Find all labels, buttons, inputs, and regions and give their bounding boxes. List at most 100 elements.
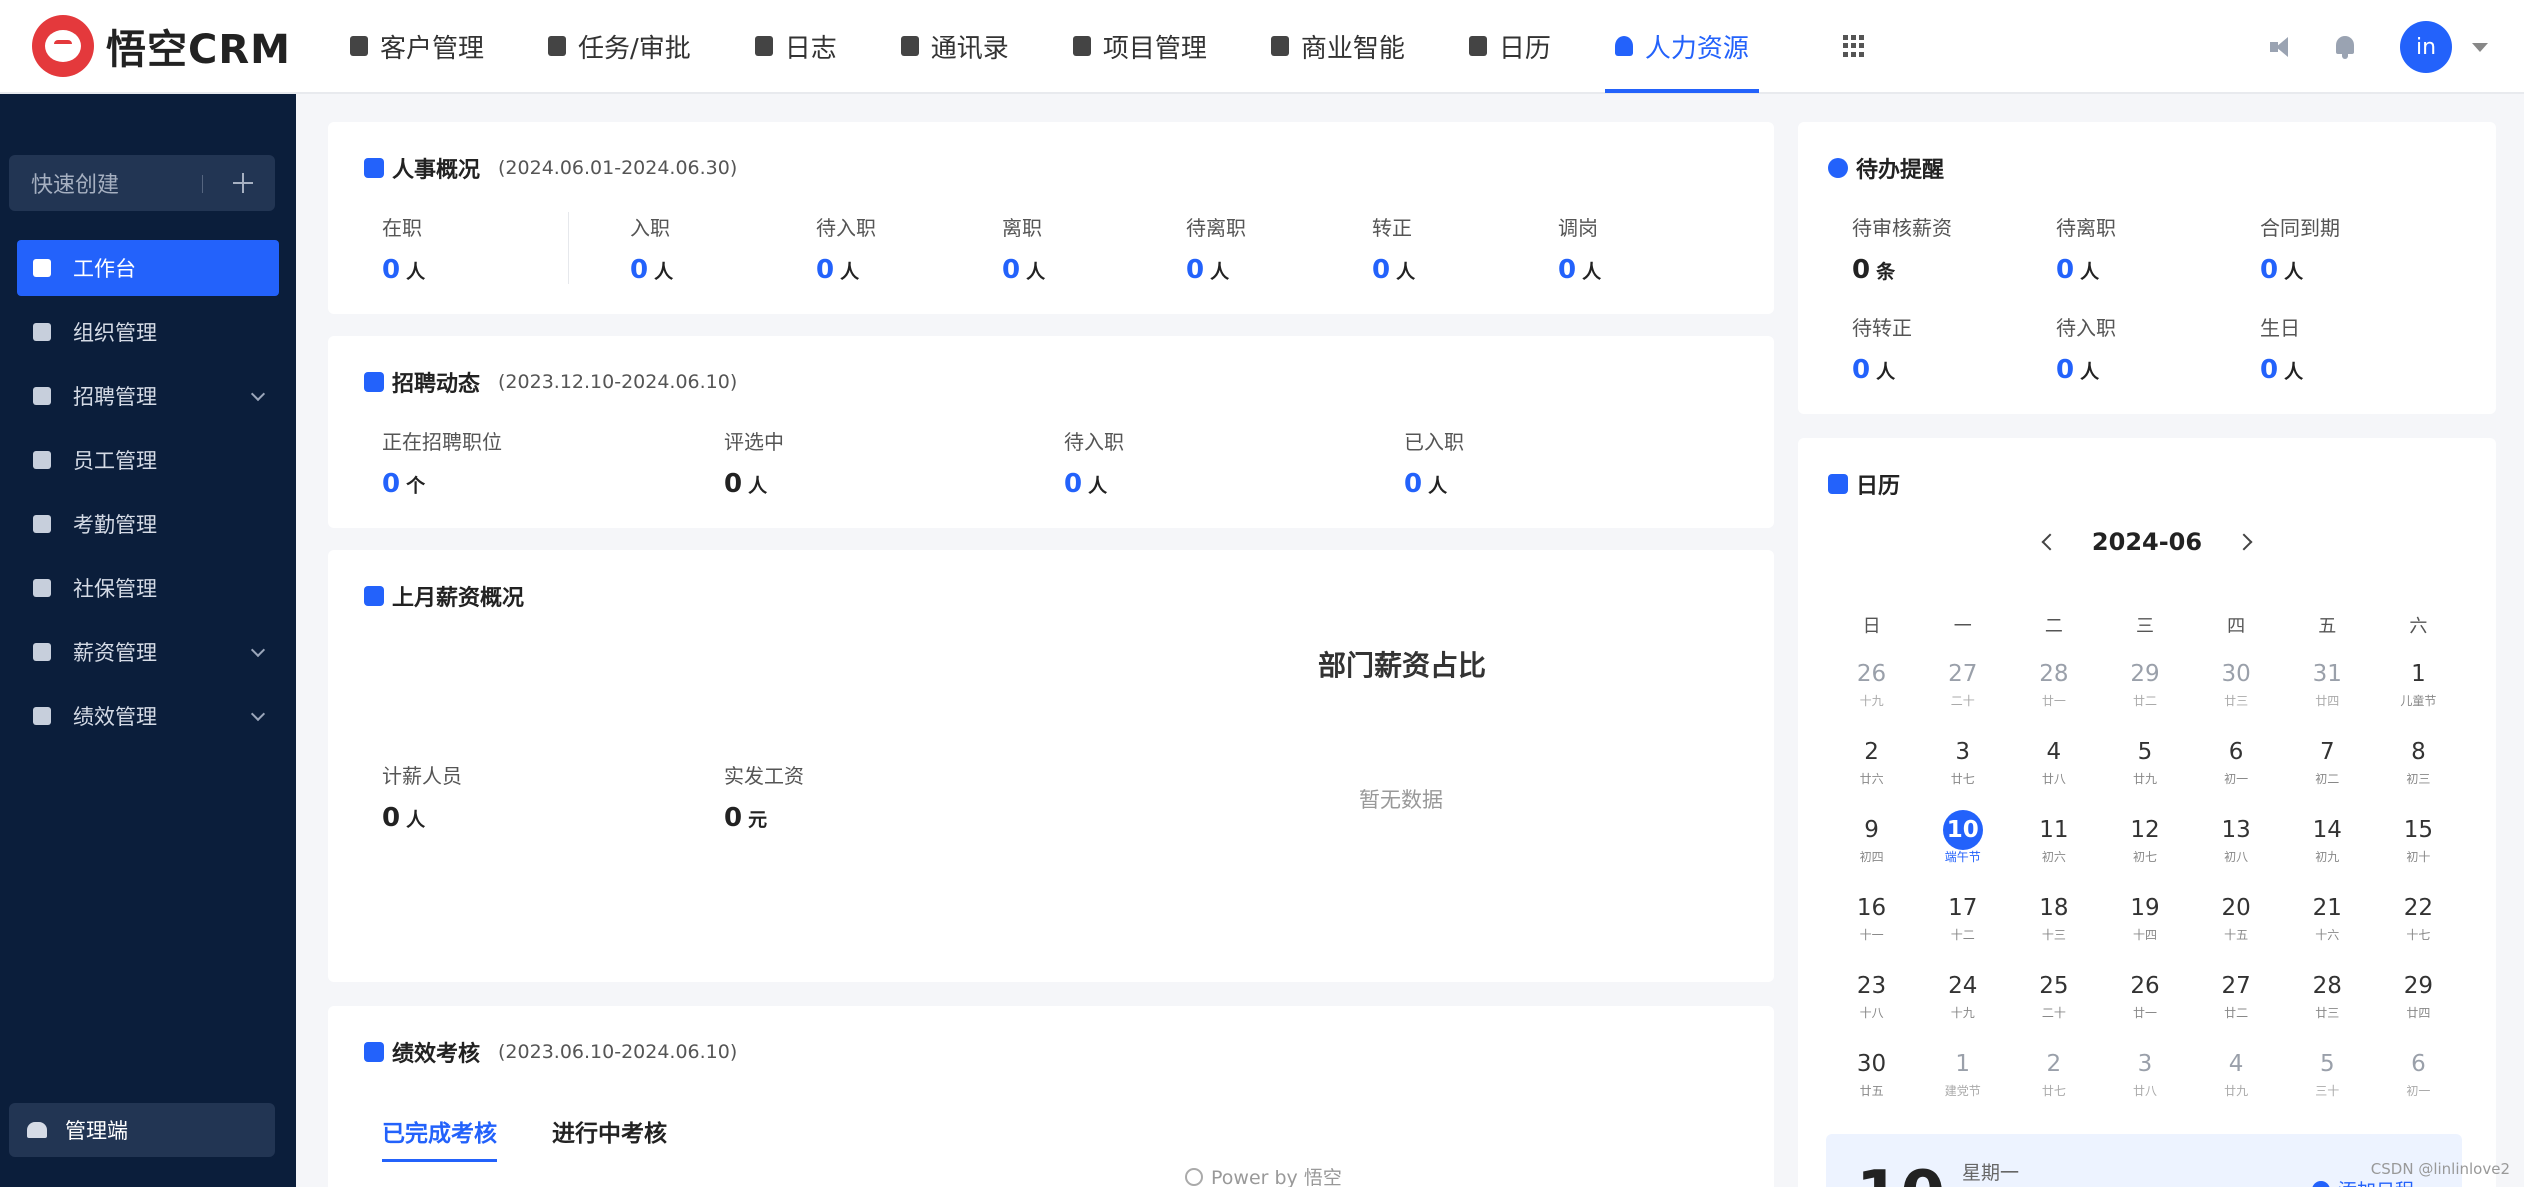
calendar-day[interactable]: 26 十九 (1826, 648, 1917, 726)
nav-project[interactable]: 项目管理 (1041, 0, 1239, 93)
sidebar-item-performance[interactable]: 绩效管理 (17, 688, 279, 744)
calendar-day[interactable]: 4 廿八 (2008, 726, 2099, 804)
sidebar-item-workbench[interactable]: 工作台 (17, 240, 279, 296)
nav-calendar[interactable]: 日历 (1437, 0, 1583, 93)
calendar-day[interactable]: 3 廿七 (1917, 726, 2008, 804)
nav-bi[interactable]: 商业智能 (1239, 0, 1437, 93)
lunar-date: 十四 (2132, 928, 2157, 942)
stat-pending-onboard[interactable]: 待入职 0 人 (816, 212, 876, 285)
nav-task[interactable]: 任务/审批 (516, 0, 723, 93)
quick-create-button[interactable]: 快速创建 (9, 155, 275, 211)
calendar-day[interactable]: 9 初四 (1826, 804, 1917, 882)
user-icon (33, 451, 51, 469)
todo-pending-onboard[interactable]: 待入职 0 人 (2056, 312, 2116, 385)
calendar-day[interactable]: 30 廿三 (2191, 648, 2282, 726)
stat-pending-onboard[interactable]: 待入职 0 人 (1064, 426, 1124, 499)
calendar-day[interactable]: 5 三十 (2282, 1038, 2373, 1116)
wukong-icon (1185, 1167, 1203, 1186)
todo-pending-regular[interactable]: 待转正 0 人 (1852, 312, 1912, 385)
calendar-day[interactable]: 27 廿二 (2191, 960, 2282, 1038)
calendar-day[interactable]: 11 初六 (2008, 804, 2099, 882)
todo-salary-review[interactable]: 待审核薪资 0 条 (1852, 212, 1952, 285)
calendar-day[interactable]: 15 初十 (2373, 804, 2464, 882)
sidebar-item-label: 社保管理 (73, 577, 157, 601)
day-number: 5 (2319, 1051, 2335, 1077)
calendar-day[interactable]: 22 十七 (2373, 882, 2464, 960)
logo[interactable]: 悟空CRM (32, 15, 318, 77)
calendar-day[interactable]: 6 初一 (2373, 1038, 2464, 1116)
calendar-day[interactable]: 19 十四 (2099, 882, 2190, 960)
lunar-date: 廿一 (2132, 1006, 2157, 1020)
calendar-day[interactable]: 6 初一 (2191, 726, 2282, 804)
nav-contacts[interactable]: 通讯录 (869, 0, 1041, 93)
calendar-day[interactable]: 14 初九 (2282, 804, 2373, 882)
date-range: (2024.06.01-2024.06.30) (498, 157, 738, 179)
sidebar-item-org[interactable]: 组织管理 (17, 304, 279, 360)
chevron-left-icon[interactable] (2041, 533, 2059, 551)
stat-net-salary[interactable]: 实发工资 0 元 (724, 760, 804, 833)
stat-onboard[interactable]: 入职 0 人 (630, 212, 673, 285)
tab-in-progress[interactable]: 进行中考核 (552, 1114, 667, 1148)
calendar-day[interactable]: 17 十二 (1917, 882, 2008, 960)
calendar-day[interactable]: 23 十八 (1826, 960, 1917, 1038)
sidebar-item-social[interactable]: 社保管理 (17, 560, 279, 616)
calendar-day[interactable]: 16 十一 (1826, 882, 1917, 960)
nav-log[interactable]: 日志 (723, 0, 869, 93)
calendar-day[interactable]: 28 廿三 (2282, 960, 2373, 1038)
calendar-day-today[interactable]: 10 端午节 (1917, 804, 2008, 882)
sidebar-item-recruit[interactable]: 招聘管理 (17, 368, 279, 424)
calendar-day[interactable]: 29 廿二 (2099, 648, 2190, 726)
nav-customer[interactable]: 客户管理 (318, 0, 516, 93)
calendar-day[interactable]: 18 十三 (2008, 882, 2099, 960)
chevron-right-icon[interactable] (2235, 533, 2253, 551)
calendar-day[interactable]: 31 廿四 (2282, 648, 2373, 726)
calendar-day[interactable]: 29 廿四 (2373, 960, 2464, 1038)
top-navbar: 悟空CRM 客户管理 任务/审批 日志 通讯录 项目管理 商业智能 日历 人力资… (0, 0, 2524, 94)
nav-hr[interactable]: 人力资源 (1583, 0, 1781, 93)
calendar-day[interactable]: 1 建党节 (1917, 1038, 2008, 1116)
tab-completed[interactable]: 已完成考核 (382, 1114, 497, 1162)
calendar-day[interactable]: 13 初八 (2191, 804, 2282, 882)
stat-transfer[interactable]: 调岗 0 人 (1558, 212, 1601, 285)
calendar-day[interactable]: 28 廿一 (2008, 648, 2099, 726)
calendar-day[interactable]: 7 初二 (2282, 726, 2373, 804)
calendar-day[interactable]: 12 初七 (2099, 804, 2190, 882)
bell-icon[interactable] (2334, 34, 2356, 60)
plus-icon[interactable] (233, 173, 253, 193)
calendar-day[interactable]: 3 廿八 (2099, 1038, 2190, 1116)
stat-paid-staff[interactable]: 计薪人员 0 人 (382, 760, 462, 833)
calendar-day[interactable]: 1 儿童节 (2373, 648, 2464, 726)
calendar-day[interactable]: 8 初三 (2373, 726, 2464, 804)
calendar-day[interactable]: 2 廿七 (2008, 1038, 2099, 1116)
stat-onboarded[interactable]: 已入职 0 人 (1404, 426, 1464, 499)
calendar-day[interactable]: 20 十五 (2191, 882, 2282, 960)
sidebar-item-employee[interactable]: 员工管理 (17, 432, 279, 488)
chevron-down-icon[interactable] (2472, 42, 2488, 52)
stat-pending-resign[interactable]: 待离职 0 人 (1186, 212, 1246, 285)
stat-reviewing[interactable]: 评选中 0 人 (724, 426, 784, 499)
stat-regular[interactable]: 转正 0 人 (1372, 212, 1415, 285)
stat-resigned[interactable]: 离职 0 人 (1002, 212, 1045, 285)
sidebar-item-attendance[interactable]: 考勤管理 (17, 496, 279, 552)
calendar-day[interactable]: 25 二十 (2008, 960, 2099, 1038)
calendar-day[interactable]: 30 廿五 (1826, 1038, 1917, 1116)
calendar-day[interactable]: 26 廿一 (2099, 960, 2190, 1038)
todo-contract-expire[interactable]: 合同到期 0 人 (2260, 212, 2340, 285)
lunar-date: 初四 (1859, 850, 1884, 864)
sidebar-item-salary[interactable]: 薪资管理 (17, 624, 279, 680)
calendar-day[interactable]: 27 二十 (1917, 648, 2008, 726)
nav-apps[interactable] (1781, 0, 1897, 93)
calendar-day[interactable]: 5 廿九 (2099, 726, 2190, 804)
calendar-day[interactable]: 4 廿九 (2191, 1038, 2282, 1116)
avatar[interactable]: in (2400, 21, 2452, 73)
todo-pending-resign[interactable]: 待离职 0 人 (2056, 212, 2116, 285)
stat-employed[interactable]: 在职 0 人 (382, 212, 425, 285)
stat-open-positions[interactable]: 正在招聘职位 0 个 (382, 426, 502, 499)
admin-button[interactable]: 管理端 (9, 1103, 275, 1157)
nav-label: 人力资源 (1644, 33, 1749, 64)
speaker-icon[interactable] (2270, 35, 2294, 59)
todo-birthday[interactable]: 生日 0 人 (2260, 312, 2303, 385)
calendar-day[interactable]: 2 廿六 (1826, 726, 1917, 804)
calendar-day[interactable]: 24 十九 (1917, 960, 2008, 1038)
calendar-day[interactable]: 21 十六 (2282, 882, 2373, 960)
